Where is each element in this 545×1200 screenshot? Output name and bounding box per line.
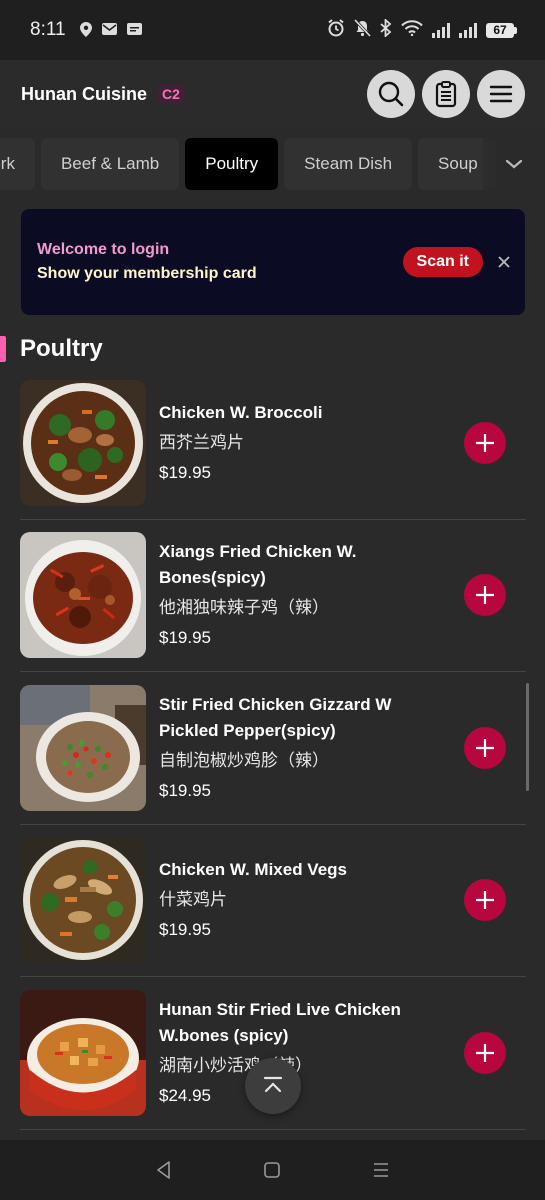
section-title: Poultry <box>20 335 103 362</box>
dish-name-chinese: 西芥兰鸡片 <box>159 432 244 452</box>
menu-list: Chicken W. Broccoli 西芥兰鸡片 $19.95 Xiangs … <box>20 367 526 1130</box>
dish-price: $19.95 <box>159 628 211 648</box>
dish-name-chinese: 自制泡椒炒鸡胗（辣） <box>159 750 329 770</box>
add-to-cart-button[interactable] <box>464 574 506 617</box>
dish-name: Xiangs Fried Chicken W. Bones(spicy) <box>159 542 357 588</box>
clipboard-icon <box>435 81 457 108</box>
dish-photo <box>20 989 146 1116</box>
plus-icon <box>476 433 494 452</box>
section-accent-bar <box>0 336 6 362</box>
location-icon <box>79 21 92 39</box>
dish-photo <box>20 837 146 964</box>
add-to-cart-button[interactable] <box>464 421 506 464</box>
dish-name: Chicken W. Mixed Vegs <box>159 860 348 880</box>
dish-photo <box>20 532 146 659</box>
bluetooth-icon <box>380 17 392 41</box>
message-icon <box>126 23 142 37</box>
dish-photo <box>20 684 146 811</box>
search-icon <box>378 81 404 107</box>
tab-poultry[interactable]: Poultry <box>185 138 279 190</box>
tab-beef-lamb[interactable]: Beef & Lamb <box>40 138 180 190</box>
menu-item[interactable]: Chicken W. Mixed Vegs 什菜鸡片 $19.95 <box>20 825 526 977</box>
recents-icon[interactable] <box>370 1159 392 1181</box>
dish-name: Hunan Stir Fried Live Chicken W.bones (s… <box>159 999 401 1045</box>
battery-level: 67 <box>486 22 514 38</box>
tab-steam-dish[interactable]: Steam Dish <box>284 138 413 190</box>
dish-name: Stir Fried Chicken Gizzard W Pickled Pep… <box>159 694 392 740</box>
expand-categories-button[interactable] <box>483 136 545 192</box>
mail-icon <box>101 23 117 37</box>
plus-icon <box>476 1043 494 1062</box>
dish-price: $19.95 <box>159 920 211 940</box>
scan-button[interactable]: Scan it <box>402 247 483 277</box>
plus-icon <box>476 738 494 757</box>
mute-icon <box>353 18 372 41</box>
scrollbar[interactable] <box>526 683 529 791</box>
banner-membership-text: Show your membership card <box>37 265 257 282</box>
dish-name-chinese: 什菜鸡片 <box>159 890 227 910</box>
section-header: Poultry <box>0 332 103 366</box>
add-to-cart-button[interactable] <box>464 726 506 769</box>
store-badge: C2 <box>157 84 185 104</box>
dish-price: $19.95 <box>159 780 211 800</box>
plus-icon <box>476 586 494 605</box>
arrow-up-to-top-icon <box>263 1076 283 1093</box>
dish-price: $24.95 <box>159 1085 211 1105</box>
dish-name-chinese: 湖南小炒活鸡（辣） <box>159 1055 312 1075</box>
menu-item[interactable]: Chicken W. Broccoli 西芥兰鸡片 $19.95 <box>20 367 526 520</box>
category-tabs: Pork Beef & Lamb Poultry Steam Dish Soup <box>0 136 545 192</box>
system-navigation-bar <box>0 1140 545 1200</box>
banner-welcome-text: Welcome to login <box>37 241 170 258</box>
menu-button[interactable] <box>477 70 525 118</box>
plus-icon <box>476 891 494 910</box>
tab-pork[interactable]: Pork <box>0 138 35 190</box>
search-button[interactable] <box>367 70 415 118</box>
dish-name: Chicken W. Broccoli <box>159 402 323 422</box>
home-icon[interactable] <box>261 1159 283 1181</box>
close-icon[interactable] <box>497 255 511 269</box>
signal-icon <box>432 22 450 38</box>
chevron-down-icon <box>505 159 523 169</box>
menu-icon <box>489 85 513 103</box>
menu-item[interactable]: Stir Fried Chicken Gizzard W Pickled Pep… <box>20 672 526 825</box>
dish-name-chinese: 他湘独味辣子鸡（辣） <box>159 598 329 618</box>
restaurant-name: Hunan Cuisine <box>21 83 148 104</box>
add-to-cart-button[interactable] <box>464 1031 506 1074</box>
app-screen: 8:11 67 Hunan Cuisine C2 rk Beef & Lamb … <box>0 0 545 1200</box>
order-list-button[interactable] <box>422 70 470 118</box>
status-bar: 8:11 67 <box>0 0 545 60</box>
back-to-top-button[interactable] <box>245 1058 301 1114</box>
status-time: 8:11 <box>30 19 66 40</box>
app-header: Hunan Cuisine C2 <box>0 60 545 128</box>
membership-banner: Welcome to login Show your membership ca… <box>21 209 525 315</box>
battery-icon: 67 <box>486 22 517 38</box>
signal-icon-2 <box>459 22 477 38</box>
alarm-icon <box>327 19 345 41</box>
add-to-cart-button[interactable] <box>464 879 506 922</box>
menu-item[interactable]: Xiangs Fried Chicken W. Bones(spicy) 他湘独… <box>20 520 526 672</box>
back-icon[interactable] <box>153 1159 175 1181</box>
dish-photo <box>20 379 146 506</box>
dish-price: $19.95 <box>159 462 211 482</box>
wifi-icon <box>401 20 423 40</box>
